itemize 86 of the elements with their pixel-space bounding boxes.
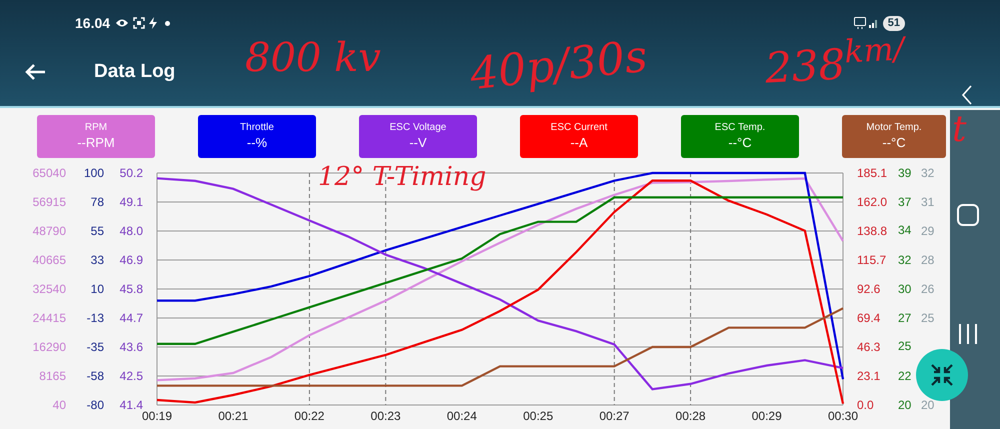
channel-button[interactable]: Throttle --% [198, 115, 316, 158]
axis-tick-label: 32540 [32, 281, 66, 297]
back-arrow-icon[interactable] [24, 63, 46, 81]
axis-tick-label: -58 [86, 368, 104, 384]
axis-tick-label: 23.1 [857, 368, 880, 384]
axis-tick-label: 185.1 [857, 165, 888, 181]
channel-button[interactable]: ESC Temp. --°C [681, 115, 799, 158]
channel-button[interactable]: ESC Voltage --V [359, 115, 477, 158]
axis-tick-label: 31 [921, 194, 934, 210]
axis-tick-label: 00:23 [370, 408, 401, 424]
axis-tick-label: 50.2 [120, 165, 143, 181]
status-time: 16.04 [75, 14, 110, 32]
axis-tick-label: 34 [898, 222, 912, 238]
handwritten-note: 40p/30s [468, 34, 650, 98]
axis-tick-label: 32 [921, 165, 934, 181]
axis-tick-label: 40665 [32, 252, 66, 268]
axis-tick-label: 78 [90, 194, 104, 210]
axis-tick-label: 55 [90, 223, 104, 239]
handwritten-note: 12° T-Timing [318, 164, 486, 190]
axis-tick-label: 8165 [39, 368, 66, 384]
axis-tick-label: 10 [90, 281, 104, 297]
axis-tick-label: 00:21 [218, 408, 248, 424]
axis-tick-label: 92.6 [857, 280, 880, 297]
axis-tick-label: 00:27 [599, 408, 630, 424]
channel-button[interactable]: RPM --RPM [37, 115, 155, 158]
axis-tick-label: 00:24 [446, 408, 477, 424]
handwritten-note: t [952, 112, 966, 148]
axis-tick-label: 00:19 [142, 409, 172, 424]
axis-tick-label: 28 [921, 252, 934, 268]
signal-icon [868, 18, 879, 28]
axis-tick-label: 00:30 [828, 409, 858, 424]
axis-tick-label: 45.8 [120, 281, 143, 297]
handwritten-note: 800 kv [245, 38, 381, 78]
axis-tick-label: 33 [90, 252, 104, 268]
axis-tick-label: 46.9 [120, 252, 143, 268]
axis-tick-label: 56915 [32, 194, 66, 210]
axis-tick-label: 25 [921, 310, 934, 326]
axis-tick-label: -80 [86, 397, 104, 413]
axis-tick-label: 37 [898, 194, 912, 210]
axis-tick-label: 162.0 [857, 194, 888, 210]
axis-tick-label: 00:28 [676, 408, 706, 424]
axis-tick-label: 26 [921, 281, 934, 297]
axis-tick-label: 00:22 [294, 408, 324, 424]
axis-tick-label: 24415 [32, 310, 66, 326]
axis-tick-label: 42.5 [120, 368, 143, 384]
axis-tick-label: 32 [898, 252, 912, 268]
screenshot-icon [133, 17, 146, 29]
axis-tick-label: 44.7 [120, 310, 143, 326]
axis-tick-label: 65040 [32, 165, 66, 181]
axis-tick-label: 49.1 [120, 194, 143, 210]
axis-tick-label: -35 [86, 339, 104, 355]
axis-tick-label: 20 [898, 397, 912, 413]
axis-tick-label: 43.6 [120, 339, 143, 355]
axis-tick-label: 69.4 [857, 310, 880, 326]
axis-tick-label: 29 [921, 223, 934, 239]
axis-tick-label: 00:29 [752, 408, 782, 424]
eye-icon [115, 18, 130, 28]
battery-level: 51 [882, 16, 905, 30]
axis-tick-label: 20 [921, 397, 934, 413]
channel-button[interactable]: ESC Current --A [520, 115, 638, 158]
axis-tick-label: 0.0 [857, 397, 874, 412]
axis-tick-label: 100 [84, 165, 104, 181]
axis-tick-label: 27 [898, 310, 912, 326]
axis-tick-label: 41.4 [120, 397, 143, 412]
axis-tick-label: 46.3 [857, 338, 880, 355]
axis-tick-label: -13 [86, 310, 104, 326]
recent-apps-icon[interactable] [958, 324, 978, 344]
home-square-icon[interactable] [957, 204, 979, 226]
axis-tick-label: 138.8 [857, 223, 888, 240]
chevron-left-icon[interactable] [961, 85, 973, 105]
screen-title: Data Log [94, 60, 176, 84]
axis-tick-label: 22 [898, 368, 912, 384]
axis-tick-label: 25 [898, 338, 912, 354]
axis-tick-label: 48790 [32, 223, 66, 239]
dot-icon [165, 20, 170, 26]
axis-tick-label: 39 [898, 165, 912, 181]
axis-tick-label: 16290 [32, 339, 66, 355]
axis-tick-label: 40 [52, 397, 66, 413]
channel-button[interactable]: Motor Temp. --°C [842, 115, 946, 158]
axis-tick-label: 115.7 [857, 252, 886, 268]
collapse-button[interactable] [916, 349, 968, 401]
axis-tick-label: 00:25 [523, 408, 554, 424]
axis-tick-label: 30 [898, 281, 912, 297]
bolt-icon [149, 17, 158, 29]
collapse-icon [930, 363, 954, 387]
axis-tick-label: 48.0 [120, 223, 143, 239]
